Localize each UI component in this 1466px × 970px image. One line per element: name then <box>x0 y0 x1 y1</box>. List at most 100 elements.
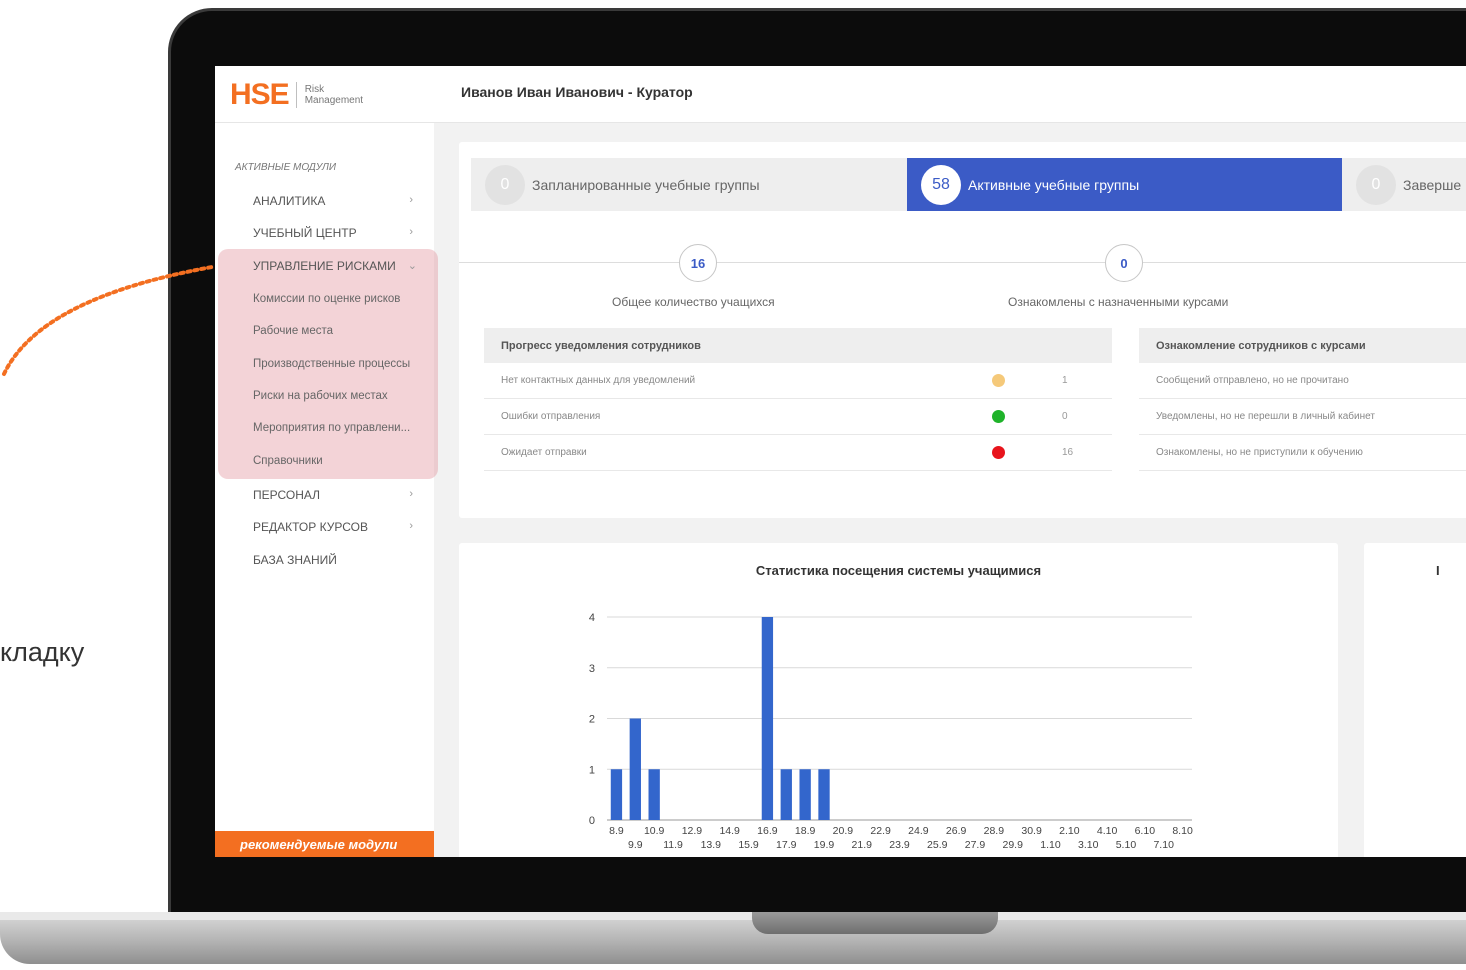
bar <box>610 769 623 820</box>
bar <box>648 769 660 820</box>
status-dot-icon <box>992 446 1005 459</box>
sidebar-item-analytics[interactable]: АНАЛИТИКА › <box>253 194 423 208</box>
table-header: Прогресс уведомления сотрудников <box>484 328 1112 363</box>
x-tick-label: 27.9 <box>965 839 986 851</box>
sidebar-subitem-risk-measures[interactable]: Мероприятия по управлени... <box>253 422 421 434</box>
x-tick-label: 26.9 <box>946 825 967 837</box>
stats-connector-line <box>459 262 1466 263</box>
outside-annotation-text: кладку <box>0 637 85 667</box>
row-label: Ознакомлены, но не приступили к обучению <box>1156 447 1363 458</box>
tab-label: Заверше <box>1403 176 1462 193</box>
logo-divider <box>295 82 297 108</box>
chevron-right-icon: › <box>409 194 413 206</box>
table-header: Ознакомление сотрудников с курсами <box>1139 328 1466 363</box>
tab-label: Запланированные учебные группы <box>532 176 760 193</box>
sidebar-item-risk-management[interactable]: УПРАВЛЕНИЕ РИСКАМИ ⌄ <box>253 259 417 273</box>
x-tick-label: 4.10 <box>1097 825 1118 837</box>
tab-active-groups[interactable]: 58 Активные учебные группы <box>907 158 1342 211</box>
row-value: 1 <box>1062 375 1068 386</box>
sidebar-item-label: УЧЕБНЫЙ ЦЕНТР <box>253 226 357 240</box>
sidebar-subitem-risk-commissions[interactable]: Комиссии по оценке рисков <box>253 293 421 305</box>
row-value: 0 <box>1062 411 1068 422</box>
x-tick-label: 29.9 <box>1003 839 1024 851</box>
x-tick-label: 13.9 <box>701 839 722 851</box>
tab-count-badge: 0 <box>485 164 525 205</box>
status-dot-icon <box>992 410 1005 423</box>
logo-hse-text: HSE <box>230 78 290 111</box>
tab-planned-groups[interactable]: 0 Запланированные учебные группы <box>485 158 905 211</box>
sidebar-item-label: АНАЛИТИКА <box>253 194 326 208</box>
chevron-down-icon: ⌄ <box>407 260 417 272</box>
x-tick-label: 18.9 <box>795 825 816 837</box>
x-tick-label: 30.9 <box>1021 825 1042 837</box>
x-tick-label: 25.9 <box>927 839 948 851</box>
laptop-base-lip <box>0 912 1466 920</box>
x-tick-label: 23.9 <box>889 839 910 851</box>
y-tick-label: 0 <box>589 815 595 827</box>
x-tick-label: 24.9 <box>908 825 929 837</box>
x-tick-label: 2.10 <box>1059 825 1080 837</box>
right-panel: I <box>1364 543 1466 857</box>
stat-total-circle: 16 <box>679 244 717 282</box>
y-tick-label: 2 <box>589 714 595 726</box>
laptop-notch <box>752 912 998 934</box>
recommended-modules-button[interactable]: рекомендуемые модули <box>215 831 434 857</box>
sidebar-item-knowledge-base[interactable]: БАЗА ЗНАНИЙ <box>253 553 423 567</box>
sidebar-item-label: РЕДАКТОР КУРСОВ <box>253 520 368 534</box>
tab-completed-groups[interactable]: 0 Заверше <box>1356 158 1466 211</box>
x-tick-label: 12.9 <box>682 825 703 837</box>
x-tick-label: 8.10 <box>1172 825 1193 837</box>
tab-count-badge: 0 <box>1356 164 1396 205</box>
row-value: 16 <box>1062 447 1074 458</box>
table-row: Ошибки отправления 0 <box>484 399 1112 435</box>
logo-subtitle: Risk Management <box>305 84 363 106</box>
x-tick-label: 1.10 <box>1040 839 1061 851</box>
logo-sub-line2: Management <box>304 95 364 106</box>
stat-total-label: Общее количество учащихся <box>612 295 775 309</box>
sidebar-subitem-directories[interactable]: Справочники <box>253 455 421 467</box>
sidebar-subitem-workplace-risks[interactable]: Риски на рабочих местах <box>253 390 421 402</box>
row-label: Ошибки отправления <box>501 411 601 422</box>
stat-acquainted-circle: 0 <box>1105 244 1143 282</box>
x-tick-label: 3.10 <box>1078 839 1099 851</box>
x-tick-label: 11.9 <box>663 839 683 851</box>
x-tick-label: 22.9 <box>870 825 891 837</box>
sidebar-item-label: ПЕРСОНАЛ <box>253 488 321 502</box>
sidebar-item-training-center[interactable]: УЧЕБНЫЙ ЦЕНТР › <box>253 226 423 240</box>
app-header: HSE Risk Management Иванов Иван Иванович… <box>215 66 1466 123</box>
bar <box>780 769 792 820</box>
stat-acquainted-label: Ознакомлены с назначенными курсами <box>1008 295 1229 309</box>
x-tick-label: 5.10 <box>1116 839 1137 851</box>
x-tick-label: 17.9 <box>776 839 797 851</box>
row-label: Нет контактных данных для уведомлений <box>501 375 696 386</box>
bar <box>761 617 774 820</box>
course-acquaintance-table: Ознакомление сотрудников с курсами Сообщ… <box>1139 328 1466 471</box>
x-tick-label: 14.9 <box>719 825 740 837</box>
table-row: Уведомлены, но не перешли в личный кабин… <box>1139 399 1466 435</box>
hse-logo[interactable]: HSE Risk Management <box>230 78 363 112</box>
user-title: Иванов Иван Иванович - Куратор <box>461 84 693 100</box>
chevron-right-icon: › <box>409 520 413 532</box>
chevron-right-icon: › <box>409 226 413 238</box>
sidebar-item-course-editor[interactable]: РЕДАКТОР КУРСОВ › <box>253 520 423 534</box>
row-label: Сообщений отправлено, но не прочитано <box>1156 375 1349 386</box>
x-tick-label: 16.9 <box>757 825 778 837</box>
annotation-arrow <box>2 259 242 376</box>
visits-bar-chart: 0 1 2 3 4 8.9 9.910.9 11.9 12.9 13.9 14.9 15.9 16.9 1… <box>589 612 1193 851</box>
group-tabs: 0 Запланированные учебные группы 58 Акти… <box>471 158 1466 211</box>
sidebar-subitem-workplaces[interactable]: Рабочие места <box>253 325 421 337</box>
table-row: Сообщений отправлено, но не прочитано <box>1139 363 1466 399</box>
x-tick-label: 20.9 <box>833 825 854 837</box>
sidebar-subitem-processes[interactable]: Производственные процессы <box>253 358 421 370</box>
x-tick-label: 6.10 <box>1135 825 1156 837</box>
sidebar-caption: АКТИВНЫЕ МОДУЛИ <box>235 162 337 173</box>
tab-count-badge: 58 <box>921 164 961 205</box>
y-tick-label: 1 <box>589 764 595 776</box>
x-tick-label: 7.10 <box>1153 839 1174 851</box>
sidebar-item-personnel[interactable]: ПЕРСОНАЛ › <box>253 488 423 502</box>
table-row: Ознакомлены, но не приступили к обучению <box>1139 435 1466 471</box>
visits-chart-panel: Статистика посещения системы учащимися 0… <box>459 543 1338 857</box>
bar <box>818 769 830 820</box>
sidebar: АКТИВНЫЕ МОДУЛИ АНАЛИТИКА › УЧЕБНЫЙ ЦЕНТ… <box>215 123 438 857</box>
notification-progress-table: Прогресс уведомления сотрудников Нет кон… <box>484 328 1112 471</box>
